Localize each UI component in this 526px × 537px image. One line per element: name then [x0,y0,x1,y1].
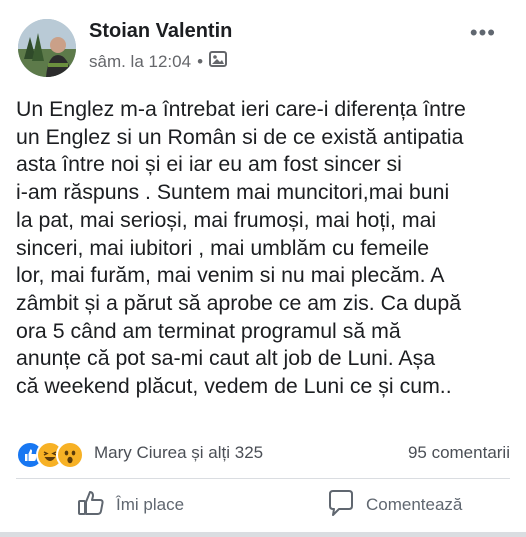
like-label: Îmi place [116,495,185,514]
reactions-bar: Mary Ciurea și alți 325 95 comentarii [16,440,510,470]
post-text-line: zâmbit și a părut să aprobe ce am zis. C… [16,290,462,315]
more-dots-icon[interactable]: ••• [470,20,496,46]
bottom-border [0,532,526,537]
post-text-line: că weekend plăcut, vedem de Luni ce și c… [16,374,452,399]
comment-label: Comentează [366,495,463,514]
comment-count[interactable]: 95 comentarii [408,443,510,463]
post-text-line: asta între noi și ei iar eu am fost sinc… [16,152,402,177]
comment-button[interactable]: Comentează [326,487,462,523]
reaction-names[interactable]: Mary Ciurea și alți 325 [94,443,263,463]
like-button[interactable]: Îmi place [76,487,184,523]
author-name[interactable]: Stoian Valentin [89,20,232,43]
post-meta: sâm. la 12:04 • [89,51,228,72]
post-header: Stoian Valentin sâm. la 12:04 • ••• [0,0,526,90]
avatar[interactable] [18,19,76,77]
post-text-line: sinceri, mai iubitori , mai umblăm cu fe… [16,235,430,260]
post-text-line: lor, mai furăm, mai venim si nu mai plec… [16,263,445,288]
post-text-line: la pat, mai serioși, mai frumoși, mai ho… [16,207,437,232]
post-text-line: i-am răspuns . Suntem mai muncitori,mai … [16,180,450,205]
divider [16,478,510,479]
post-text-line: Un Englez m-a întrebat ieri care-i difer… [16,97,466,121]
action-bar: Îmi place Comentează [0,480,526,530]
meta-separator: • [197,51,204,71]
thumbs-up-icon [76,488,106,523]
timestamp[interactable]: sâm. la 12:04 [89,52,191,72]
comment-icon [326,488,356,523]
photo-icon [209,51,228,72]
wow-reaction-icon [56,441,84,469]
post-text-line: un Englez si un Român si de ce există an… [16,124,464,149]
post-text-line: ora 5 când am terminat programul să mă [16,318,401,343]
post-text: Un Englez m-a întrebat ieri care-i difer… [16,96,516,401]
post-text-line: anunțe că pot sa-mi caut alt job de Luni… [16,346,436,371]
